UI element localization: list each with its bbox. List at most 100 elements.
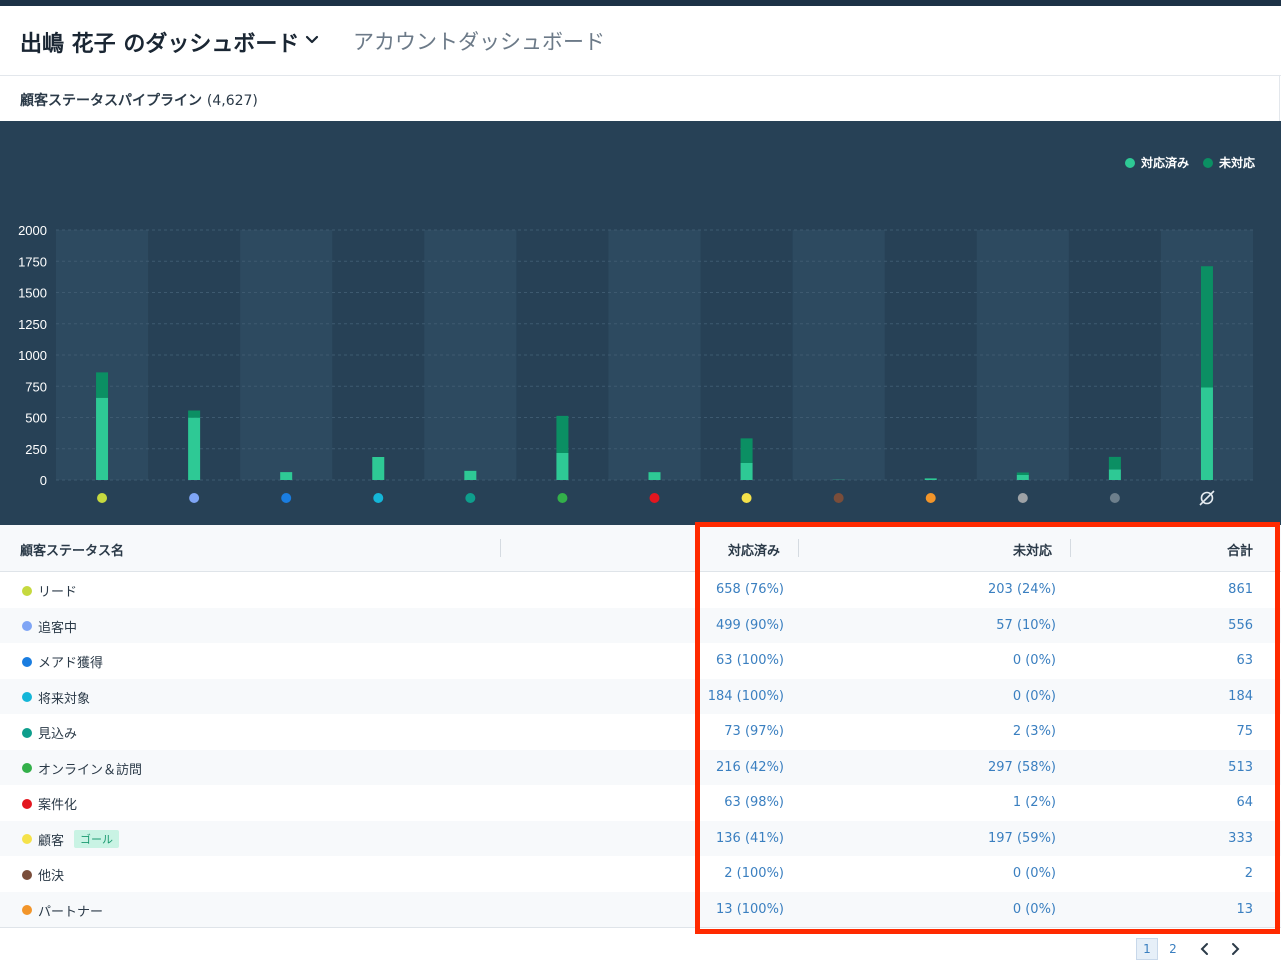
total-count-link[interactable]: 75 bbox=[1236, 724, 1253, 739]
status-color-dot bbox=[22, 834, 32, 844]
unresponded-count-link[interactable]: 1 (2%) bbox=[1013, 795, 1056, 810]
status-color-dot bbox=[22, 621, 32, 631]
table-row[interactable]: 案件化 63 (98%) 1 (2%) 64 bbox=[0, 785, 1281, 821]
unresponded-count-link[interactable]: 57 (10%) bbox=[996, 618, 1056, 633]
status-name: メアド獲得 bbox=[38, 656, 104, 671]
header-separator bbox=[1070, 539, 1071, 557]
total-count-link[interactable]: 63 bbox=[1236, 653, 1253, 668]
chart-legend: 対応済み 未対応 bbox=[1124, 154, 1255, 171]
status-name: 顧客 bbox=[38, 833, 65, 849]
table-row[interactable]: 追客中 499 (90%) 57 (10%) 556 bbox=[0, 607, 1281, 643]
status-name: オンライン＆訪問 bbox=[38, 762, 143, 778]
responded-count-link[interactable]: 184 (100%) bbox=[708, 689, 784, 704]
table-row[interactable]: オンライン＆訪問 216 (42%) 297 (58%) 513 bbox=[0, 749, 1281, 785]
panel-border bbox=[1279, 76, 1280, 121]
responded-count-link[interactable]: 658 (76%) bbox=[716, 582, 784, 597]
status-color-dot bbox=[22, 763, 32, 773]
header-responded[interactable]: 対応済み bbox=[728, 540, 780, 559]
table-row[interactable]: 見込み 73 (97%) 2 (3%) 75 bbox=[0, 714, 1281, 750]
total-count-link[interactable]: 333 bbox=[1228, 831, 1253, 846]
status-color-dot bbox=[22, 905, 32, 915]
total-count-link[interactable]: 861 bbox=[1228, 582, 1253, 597]
bar-unresponded bbox=[740, 438, 753, 463]
total-count-link[interactable]: 64 bbox=[1236, 795, 1253, 810]
total-count-link[interactable]: 2 bbox=[1245, 866, 1253, 881]
bar-responded bbox=[1108, 469, 1121, 480]
header-total[interactable]: 合計 bbox=[1227, 540, 1253, 559]
total-count-link[interactable]: 13 bbox=[1236, 902, 1253, 917]
status-name-cell: 顧客 ゴール bbox=[22, 830, 120, 849]
chevron-left-icon bbox=[1200, 943, 1208, 955]
page-1-button[interactable]: 1 bbox=[1136, 938, 1158, 960]
chevron-down-icon[interactable] bbox=[302, 30, 322, 50]
status-name-cell: 将来対象 bbox=[22, 688, 90, 707]
bar-responded bbox=[924, 478, 937, 480]
unresponded-count-link[interactable]: 203 (24%) bbox=[988, 582, 1056, 597]
responded-count-link[interactable]: 63 (98%) bbox=[724, 795, 784, 810]
responded-count-link[interactable]: 216 (42%) bbox=[716, 760, 784, 775]
responded-count-link[interactable]: 73 (97%) bbox=[724, 724, 784, 739]
y-tick-label: 500 bbox=[25, 411, 47, 426]
status-name: 追客中 bbox=[38, 620, 78, 636]
responded-count-link[interactable]: 13 (100%) bbox=[716, 902, 784, 917]
status-name: パートナー bbox=[38, 904, 104, 920]
responded-count-link[interactable]: 63 (100%) bbox=[716, 653, 784, 668]
dashboard-title[interactable]: 出嶋 花子 のダッシュボード bbox=[20, 26, 299, 58]
category-dot bbox=[373, 493, 384, 503]
panel-title-text: 顧客ステータスパイプライン bbox=[20, 93, 202, 109]
status-name-cell: 他決 bbox=[22, 865, 64, 884]
bar-responded bbox=[1016, 475, 1029, 480]
table-header: 顧客ステータス名 対応済み 未対応 合計 bbox=[0, 525, 1281, 572]
legend-item-unresponded[interactable]: 未対応 bbox=[1202, 154, 1255, 171]
header-status-name[interactable]: 顧客ステータス名 bbox=[20, 540, 124, 559]
total-count-link[interactable]: 556 bbox=[1228, 618, 1253, 633]
unresponded-count-link[interactable]: 0 (0%) bbox=[1013, 689, 1056, 704]
unresponded-count-link[interactable]: 0 (0%) bbox=[1013, 653, 1056, 668]
legend-label-unresponded: 未対応 bbox=[1218, 156, 1255, 170]
next-page-button[interactable] bbox=[1224, 938, 1246, 960]
table-row[interactable]: 将来対象 184 (100%) 0 (0%) 184 bbox=[0, 678, 1281, 714]
table-row[interactable]: パートナー 13 (100%) 0 (0%) 13 bbox=[0, 891, 1281, 927]
responded-count-link[interactable]: 136 (41%) bbox=[716, 831, 784, 846]
header-separator bbox=[500, 539, 501, 557]
pipeline-chart-svg: 2000 1750 1500 1250 1000 750 500 250 0 bbox=[18, 223, 1253, 506]
pagination: 1 2 bbox=[1136, 938, 1246, 960]
pipeline-chart: 2000 1750 1500 1250 1000 750 500 250 0 対応済み 未対応 bbox=[0, 121, 1281, 525]
unresponded-count-link[interactable]: 197 (59%) bbox=[988, 831, 1056, 846]
category-dot bbox=[1017, 493, 1028, 503]
unresponded-count-link[interactable]: 0 (0%) bbox=[1013, 902, 1056, 917]
responded-count-link[interactable]: 499 (90%) bbox=[716, 618, 784, 633]
y-tick-label: 250 bbox=[25, 442, 47, 457]
total-count-link[interactable]: 513 bbox=[1228, 760, 1253, 775]
status-name-cell: 追客中 bbox=[22, 617, 77, 636]
legend-item-responded[interactable]: 対応済み bbox=[1124, 154, 1189, 171]
panel-count: (4,627) bbox=[206, 93, 258, 109]
table-row[interactable]: 顧客 ゴール 136 (41%) 197 (59%) 333 bbox=[0, 820, 1281, 856]
status-name-cell: リード bbox=[22, 581, 77, 600]
page-2-button[interactable]: 2 bbox=[1162, 938, 1184, 960]
table-row[interactable]: メアド獲得 63 (100%) 0 (0%) 63 bbox=[0, 643, 1281, 679]
bar-responded bbox=[464, 470, 477, 480]
empty-set-icon bbox=[1199, 490, 1215, 506]
status-color-dot bbox=[22, 869, 32, 880]
table-row[interactable]: 他決 2 (100%) 0 (0%) 2 bbox=[0, 856, 1281, 892]
total-count-link[interactable]: 184 bbox=[1228, 689, 1253, 704]
table-row[interactable]: リード 658 (76%) 203 (24%) 861 bbox=[0, 572, 1281, 608]
status-color-dot bbox=[22, 656, 32, 667]
category-dot bbox=[281, 493, 292, 503]
status-name: 将来対象 bbox=[38, 691, 91, 707]
status-color-dot bbox=[22, 727, 32, 738]
responded-count-link[interactable]: 2 (100%) bbox=[724, 866, 784, 881]
status-name-cell: パートナー bbox=[22, 901, 103, 920]
bar-unresponded bbox=[1108, 456, 1121, 470]
unresponded-count-link[interactable]: 2 (3%) bbox=[1013, 724, 1056, 739]
header-unresponded[interactable]: 未対応 bbox=[1013, 540, 1052, 559]
bar-unresponded bbox=[1200, 266, 1213, 388]
unresponded-count-link[interactable]: 0 (0%) bbox=[1013, 866, 1056, 881]
account-dashboard-link[interactable]: アカウントダッシュボード bbox=[353, 26, 605, 56]
category-dot bbox=[465, 493, 476, 503]
prev-page-button[interactable] bbox=[1194, 938, 1216, 960]
unresponded-count-link[interactable]: 297 (58%) bbox=[988, 760, 1056, 775]
status-name: 見込み bbox=[38, 727, 78, 742]
legend-dot-responded bbox=[1124, 157, 1135, 168]
